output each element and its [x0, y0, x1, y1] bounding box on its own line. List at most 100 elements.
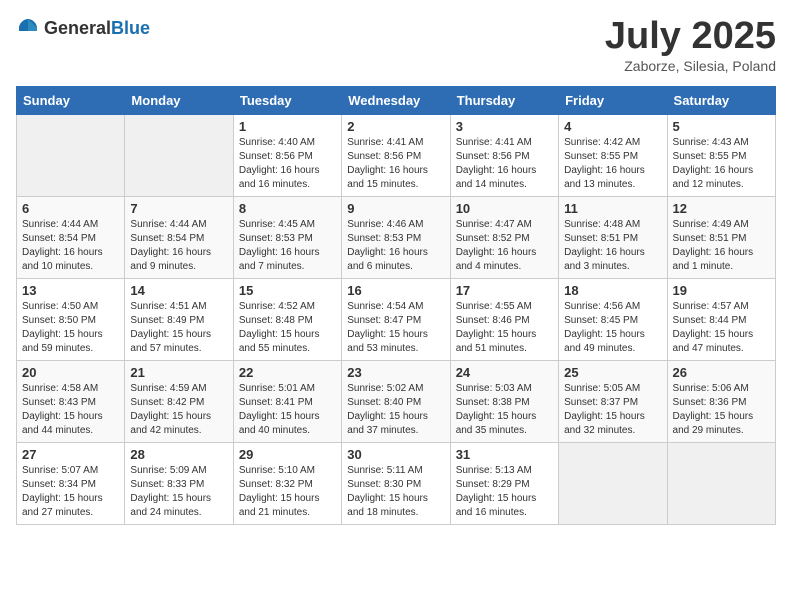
- day-number: 7: [130, 201, 227, 216]
- day-info: Sunrise: 5:01 AMSunset: 8:41 PMDaylight:…: [239, 382, 336, 438]
- day-info: Sunrise: 5:05 AMSunset: 8:37 PMDaylight:…: [564, 382, 661, 438]
- calendar-cell: [17, 114, 125, 196]
- month-title: July 2025: [605, 16, 776, 58]
- calendar-cell: 3 Sunrise: 4:41 AMSunset: 8:56 PMDaylight…: [450, 114, 558, 196]
- page-header: GeneralBlue July 2025 Zaborze, Silesia, …: [16, 16, 776, 74]
- day-info: Sunrise: 5:09 AMSunset: 8:33 PMDaylight:…: [130, 464, 227, 520]
- day-number: 12: [673, 201, 770, 216]
- calendar-cell: 29Sunrise: 5:10 AMSunset: 8:32 PMDayligh…: [233, 442, 341, 524]
- title-block: July 2025 Zaborze, Silesia, Poland: [605, 16, 776, 74]
- calendar-table: SundayMondayTuesdayWednesdayThursdayFrid…: [16, 86, 776, 525]
- day-info: Sunrise: 4:55 AMSunset: 8:46 PMDaylight:…: [456, 300, 553, 356]
- day-info: Sunrise: 4:43 AMSunset: 8:55 PMDaylight:…: [673, 136, 770, 192]
- weekday-header-wednesday: Wednesday: [342, 86, 450, 114]
- day-number: 2: [347, 119, 444, 134]
- calendar-cell: 26Sunrise: 5:06 AMSunset: 8:36 PMDayligh…: [667, 360, 775, 442]
- day-number: 6: [22, 201, 119, 216]
- logo-general: General: [44, 18, 111, 38]
- day-info: Sunrise: 4:44 AMSunset: 8:54 PMDaylight:…: [130, 218, 227, 274]
- day-number: 15: [239, 283, 336, 298]
- day-number: 28: [130, 447, 227, 462]
- day-info: Sunrise: 5:07 AMSunset: 8:34 PMDaylight:…: [22, 464, 119, 520]
- calendar-cell: 8 Sunrise: 4:45 AMSunset: 8:53 PMDaylight…: [233, 196, 341, 278]
- day-info: Sunrise: 4:52 AMSunset: 8:48 PMDaylight:…: [239, 300, 336, 356]
- weekday-header-tuesday: Tuesday: [233, 86, 341, 114]
- calendar-cell: 9 Sunrise: 4:46 AMSunset: 8:53 PMDaylight…: [342, 196, 450, 278]
- day-number: 23: [347, 365, 444, 380]
- weekday-header-monday: Monday: [125, 86, 233, 114]
- day-info: Sunrise: 4:49 AMSunset: 8:51 PMDaylight:…: [673, 218, 770, 274]
- day-number: 20: [22, 365, 119, 380]
- day-number: 10: [456, 201, 553, 216]
- calendar-cell: 16Sunrise: 4:54 AMSunset: 8:47 PMDayligh…: [342, 278, 450, 360]
- calendar-cell: 12 Sunrise: 4:49 AMSunset: 8:51 PMDayligh…: [667, 196, 775, 278]
- day-info: Sunrise: 4:56 AMSunset: 8:45 PMDaylight:…: [564, 300, 661, 356]
- day-number: 30: [347, 447, 444, 462]
- calendar-cell: [559, 442, 667, 524]
- day-info: Sunrise: 5:02 AMSunset: 8:40 PMDaylight:…: [347, 382, 444, 438]
- day-info: Sunrise: 5:11 AMSunset: 8:30 PMDaylight:…: [347, 464, 444, 520]
- day-info: Sunrise: 4:44 AMSunset: 8:54 PMDaylight:…: [22, 218, 119, 274]
- day-number: 24: [456, 365, 553, 380]
- calendar-cell: 4 Sunrise: 4:42 AMSunset: 8:55 PMDaylight…: [559, 114, 667, 196]
- day-info: Sunrise: 4:51 AMSunset: 8:49 PMDaylight:…: [130, 300, 227, 356]
- day-number: 8: [239, 201, 336, 216]
- calendar-week-5: 27Sunrise: 5:07 AMSunset: 8:34 PMDayligh…: [17, 442, 776, 524]
- day-info: Sunrise: 4:45 AMSunset: 8:53 PMDaylight:…: [239, 218, 336, 274]
- day-info: Sunrise: 4:41 AMSunset: 8:56 PMDaylight:…: [456, 136, 553, 192]
- day-number: 25: [564, 365, 661, 380]
- day-number: 3: [456, 119, 553, 134]
- day-number: 4: [564, 119, 661, 134]
- day-info: Sunrise: 4:47 AMSunset: 8:52 PMDaylight:…: [456, 218, 553, 274]
- calendar-cell: 25 Sunrise: 5:05 AMSunset: 8:37 PMDayligh…: [559, 360, 667, 442]
- calendar-cell: 24 Sunrise: 5:03 AMSunset: 8:38 PMDayligh…: [450, 360, 558, 442]
- calendar-week-1: 1Sunrise: 4:40 AMSunset: 8:56 PMDaylight…: [17, 114, 776, 196]
- day-number: 5: [673, 119, 770, 134]
- calendar-week-2: 6 Sunrise: 4:44 AMSunset: 8:54 PMDaylight…: [17, 196, 776, 278]
- day-number: 26: [673, 365, 770, 380]
- day-info: Sunrise: 5:13 AMSunset: 8:29 PMDaylight:…: [456, 464, 553, 520]
- weekday-header-saturday: Saturday: [667, 86, 775, 114]
- calendar-cell: 10 Sunrise: 4:47 AMSunset: 8:52 PMDayligh…: [450, 196, 558, 278]
- day-number: 16: [347, 283, 444, 298]
- day-number: 18: [564, 283, 661, 298]
- calendar-cell: 17 Sunrise: 4:55 AMSunset: 8:46 PMDayligh…: [450, 278, 558, 360]
- logo-text: GeneralBlue: [44, 18, 150, 39]
- day-number: 11: [564, 201, 661, 216]
- day-info: Sunrise: 4:42 AMSunset: 8:55 PMDaylight:…: [564, 136, 661, 192]
- day-info: Sunrise: 4:59 AMSunset: 8:42 PMDaylight:…: [130, 382, 227, 438]
- calendar-cell: 5 Sunrise: 4:43 AMSunset: 8:55 PMDaylight…: [667, 114, 775, 196]
- calendar-cell: 31 Sunrise: 5:13 AMSunset: 8:29 PMDayligh…: [450, 442, 558, 524]
- day-info: Sunrise: 4:57 AMSunset: 8:44 PMDaylight:…: [673, 300, 770, 356]
- calendar-cell: 21Sunrise: 4:59 AMSunset: 8:42 PMDayligh…: [125, 360, 233, 442]
- day-number: 19: [673, 283, 770, 298]
- day-number: 9: [347, 201, 444, 216]
- location: Zaborze, Silesia, Poland: [605, 58, 776, 74]
- day-number: 22: [239, 365, 336, 380]
- day-info: Sunrise: 4:46 AMSunset: 8:53 PMDaylight:…: [347, 218, 444, 274]
- day-number: 14: [130, 283, 227, 298]
- day-info: Sunrise: 5:03 AMSunset: 8:38 PMDaylight:…: [456, 382, 553, 438]
- calendar-cell: 6 Sunrise: 4:44 AMSunset: 8:54 PMDaylight…: [17, 196, 125, 278]
- day-number: 31: [456, 447, 553, 462]
- logo-blue: Blue: [111, 18, 150, 38]
- calendar-cell: 18 Sunrise: 4:56 AMSunset: 8:45 PMDayligh…: [559, 278, 667, 360]
- day-number: 13: [22, 283, 119, 298]
- day-info: Sunrise: 5:10 AMSunset: 8:32 PMDaylight:…: [239, 464, 336, 520]
- calendar-cell: 30 Sunrise: 5:11 AMSunset: 8:30 PMDayligh…: [342, 442, 450, 524]
- calendar-cell: 27Sunrise: 5:07 AMSunset: 8:34 PMDayligh…: [17, 442, 125, 524]
- day-number: 17: [456, 283, 553, 298]
- weekday-header-friday: Friday: [559, 86, 667, 114]
- day-info: Sunrise: 4:58 AMSunset: 8:43 PMDaylight:…: [22, 382, 119, 438]
- calendar-cell: [667, 442, 775, 524]
- weekday-header-thursday: Thursday: [450, 86, 558, 114]
- calendar-week-4: 20 Sunrise: 4:58 AMSunset: 8:43 PMDayligh…: [17, 360, 776, 442]
- calendar-cell: 22 Sunrise: 5:01 AMSunset: 8:41 PMDayligh…: [233, 360, 341, 442]
- calendar-cell: 7 Sunrise: 4:44 AMSunset: 8:54 PMDaylight…: [125, 196, 233, 278]
- day-info: Sunrise: 4:48 AMSunset: 8:51 PMDaylight:…: [564, 218, 661, 274]
- weekday-header-row: SundayMondayTuesdayWednesdayThursdayFrid…: [17, 86, 776, 114]
- calendar-cell: 13Sunrise: 4:50 AMSunset: 8:50 PMDayligh…: [17, 278, 125, 360]
- weekday-header-sunday: Sunday: [17, 86, 125, 114]
- calendar-cell: 28 Sunrise: 5:09 AMSunset: 8:33 PMDayligh…: [125, 442, 233, 524]
- calendar-cell: [125, 114, 233, 196]
